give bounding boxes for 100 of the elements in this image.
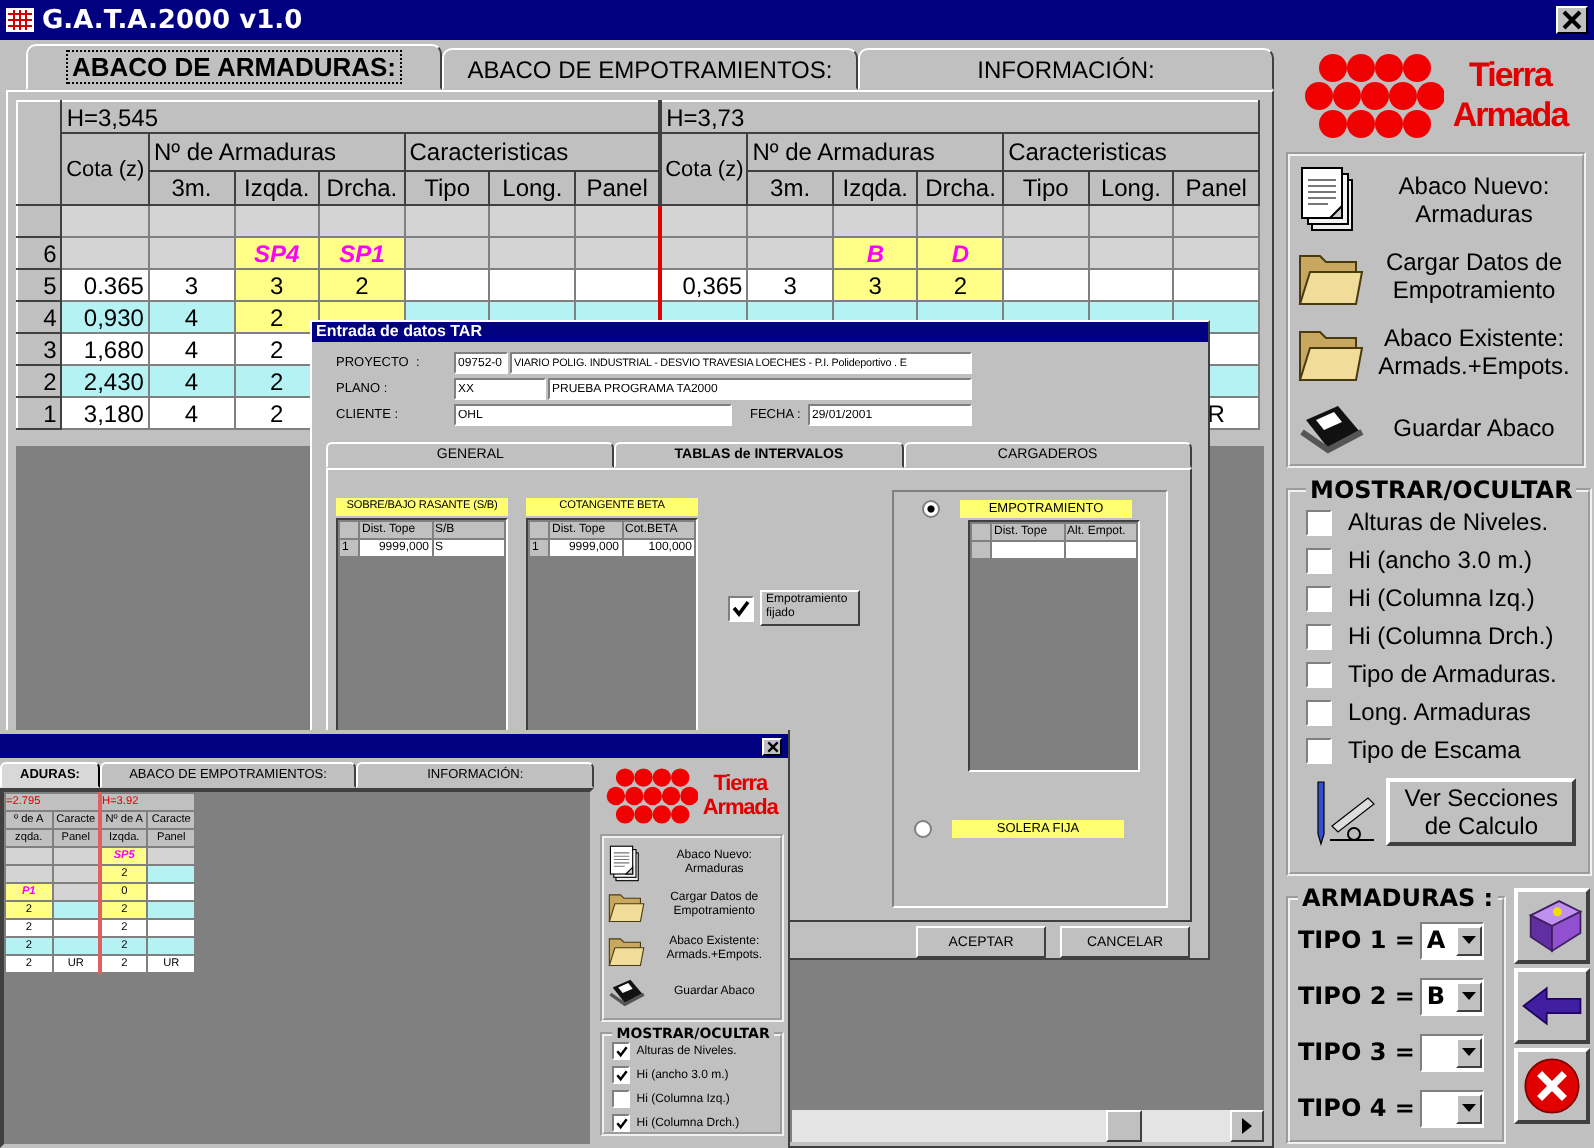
checkbox-label[interactable]: Long. Armaduras (1348, 698, 1531, 726)
close-button[interactable] (762, 737, 782, 755)
scroll-right-button[interactable] (1230, 1110, 1264, 1142)
caret-icon (1460, 1044, 1479, 1060)
table-cell: 0,930 (61, 301, 149, 333)
window-title: G.A.T.A.2000 v1.0 (42, 5, 305, 35)
grid-corner (17, 101, 62, 205)
type-label: TIPO 2 = (1298, 982, 1415, 1010)
type-label: TIPO 4 = (1298, 1094, 1415, 1122)
logo-text: Armada (702, 796, 778, 820)
column-header: Long. (1088, 171, 1174, 205)
row-header: 6 (17, 237, 62, 269)
column-header: Tipo (404, 171, 490, 205)
table-cell: 3,180 (61, 397, 149, 429)
app-icon (6, 8, 34, 32)
table-cell: 2 (319, 269, 405, 301)
action-button[interactable]: Cargar Datos de Empotramiento (1370, 248, 1578, 304)
table-cell: 3 (148, 269, 235, 301)
column-header: Nº de Armaduras (148, 133, 405, 171)
table-cell: 4 (148, 333, 235, 365)
caret-icon (1460, 932, 1479, 948)
checkbox[interactable] (612, 1090, 631, 1108)
checkbox-label[interactable]: Alturas de Niveles. (1348, 508, 1549, 536)
dropdown[interactable] (1420, 1033, 1485, 1071)
tab[interactable]: INFORMACIÓN: (858, 48, 1274, 90)
checkbox[interactable] (1306, 661, 1332, 687)
checkbox[interactable] (612, 1042, 631, 1060)
checkbox-label[interactable]: Hi (Columna Izq.) (1348, 584, 1535, 612)
logo-text: Tierra (713, 772, 767, 796)
logo-text: Tierra (1469, 56, 1551, 96)
table-cell: 2 (917, 269, 1004, 301)
close-icon (765, 739, 779, 753)
caret-icon (1460, 1100, 1479, 1116)
group-title: MOSTRAR/OCULTAR (1308, 476, 1575, 504)
scrollbar[interactable] (792, 1110, 1264, 1142)
column-header: Izqda. (234, 171, 320, 205)
checkbox[interactable] (1306, 509, 1332, 535)
column-header: Caracteristicas (1003, 133, 1259, 171)
table-cell: 4 (148, 397, 235, 429)
table-cell: 1,680 (61, 333, 149, 365)
table-cell: 3 (747, 269, 833, 301)
row-header (17, 205, 62, 237)
checkbox-label[interactable]: Tipo de Armaduras. (1348, 660, 1557, 688)
checkbox[interactable] (1306, 547, 1332, 573)
row-header: 3 (17, 333, 62, 365)
row-header: 5 (17, 269, 62, 301)
group-title: ARMADURAS : (1300, 884, 1496, 912)
dropdown[interactable]: A (1420, 921, 1485, 959)
column-header: Panel (574, 171, 661, 205)
close-button[interactable] (1556, 6, 1588, 34)
back-button[interactable] (1513, 968, 1590, 1044)
tab[interactable]: ABACO DE EMPOTRAMIENTOS: (442, 48, 858, 90)
column-header: Izqda. (832, 171, 918, 205)
table-cell: 3 (832, 269, 918, 301)
dropdown[interactable] (1420, 1089, 1485, 1127)
dialog-title: Entrada de datos TAR (312, 322, 1208, 342)
column-header: Nº de Armaduras (747, 133, 1004, 171)
table-cell: 4 (148, 365, 235, 397)
column-header: Drcha. (917, 171, 1004, 205)
dots-logo-icon (1304, 54, 1445, 138)
table-cell: 3 (234, 269, 320, 301)
column-header: Cota (z) (61, 133, 149, 205)
checkbox-label[interactable]: Tipo de Escama (1348, 736, 1521, 764)
column-header: 3m. (747, 171, 833, 205)
exit-button[interactable] (1513, 1048, 1590, 1124)
checkbox-label[interactable]: Hi (Columna Drch.) (1348, 622, 1554, 650)
checkbox[interactable] (1306, 699, 1332, 725)
scrollbar-thumb[interactable] (1106, 1110, 1142, 1142)
action-button[interactable]: Abaco Nuevo: Armaduras (1370, 172, 1578, 228)
table-cell: 0.365 (61, 269, 149, 301)
checkbox[interactable] (612, 1114, 631, 1132)
checkbox[interactable] (728, 595, 754, 621)
tab[interactable]: ABACO DE ARMADURAS: (26, 44, 442, 90)
table-cell: 4 (148, 301, 235, 333)
help-button[interactable] (1513, 888, 1590, 964)
radio-button[interactable] (922, 500, 940, 518)
group-header: H=3,73 (660, 101, 1259, 133)
radio-button[interactable] (914, 820, 932, 838)
checkbox[interactable] (1306, 737, 1332, 763)
sections-button[interactable]: Ver Secciones de Calculo (1386, 778, 1577, 846)
table-cell: SP1 (319, 237, 405, 269)
table-cell: B (832, 237, 918, 269)
action-button[interactable]: Guardar Abaco (1370, 414, 1578, 442)
checkbox[interactable] (1306, 623, 1332, 649)
column-header: 3m. (148, 171, 235, 205)
column-header: Panel (1173, 171, 1259, 205)
table-cell: SP4 (234, 237, 320, 269)
column-header: Long. (489, 171, 575, 205)
logo-text: Armada (1452, 96, 1568, 136)
row-header: 1 (17, 397, 62, 429)
column-header: Drcha. (319, 171, 405, 205)
checkbox-label[interactable]: Hi (ancho 3.0 m.) (1348, 546, 1533, 574)
action-button[interactable]: Abaco Existente: Armads.+Empots. (1370, 324, 1578, 380)
type-label: TIPO 1 = (1298, 926, 1415, 954)
caret-icon (1460, 988, 1479, 1004)
checkbox[interactable] (612, 1066, 631, 1084)
close-icon (1560, 8, 1584, 32)
checkbox[interactable] (1306, 585, 1332, 611)
column-header: Tipo (1003, 171, 1089, 205)
dropdown[interactable]: B (1420, 977, 1485, 1015)
